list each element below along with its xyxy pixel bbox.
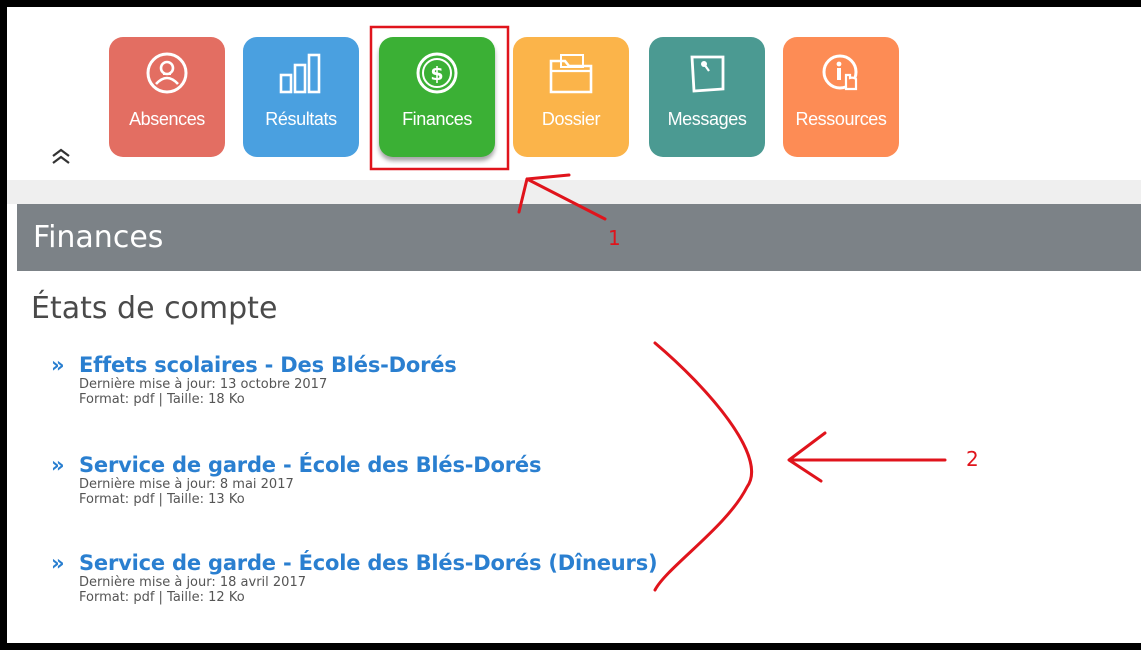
- document-format: Format: pdf | Taille: 12 Ko: [79, 590, 245, 605]
- tile-finances[interactable]: $ Finances: [379, 37, 495, 157]
- tile-absences[interactable]: Absences: [109, 37, 225, 157]
- tile-label: Ressources: [795, 109, 887, 129]
- document-title: Service de garde - École des Blés-Dorés: [79, 453, 542, 477]
- tile-ressources[interactable]: Ressources: [783, 37, 899, 157]
- document-title: Service de garde - École des Blés-Dorés …: [79, 551, 658, 575]
- document-title: Effets scolaires - Des Blés-Dorés: [79, 353, 457, 377]
- document-updated: Dernière mise à jour: 13 octobre 2017: [79, 377, 328, 392]
- tile-label: Absences: [129, 109, 205, 129]
- app-frame: Absences Résultats $ Finances Dossier Me…: [7, 7, 1141, 643]
- annotation-label-1: 1: [608, 226, 621, 250]
- tile-messages[interactable]: Messages: [649, 37, 765, 157]
- list-item: » Service de garde - École des Blés-Dorés…: [51, 453, 951, 507]
- document-format: Format: pdf | Taille: 13 Ko: [79, 492, 245, 507]
- page-title: États de compte: [31, 291, 278, 326]
- toolbar-divider: [7, 180, 1141, 204]
- folder-icon: [513, 51, 629, 95]
- info-hand-icon: [783, 51, 899, 95]
- tile-label: Résultats: [265, 109, 337, 129]
- tile-label: Finances: [402, 109, 472, 129]
- document-updated: Dernière mise à jour: 8 mai 2017: [79, 477, 294, 492]
- list-item: » Service de garde - École des Blés-Dorés…: [51, 551, 951, 605]
- tile-label: Messages: [667, 109, 747, 129]
- document-updated: Dernière mise à jour: 18 avril 2017: [79, 575, 306, 590]
- document-link[interactable]: » Effets scolaires - Des Blés-Dorés: [51, 353, 951, 377]
- chevron-right-icon: »: [51, 353, 65, 377]
- person-circle-icon: [109, 51, 225, 95]
- chevron-right-icon: »: [51, 453, 65, 477]
- document-link[interactable]: » Service de garde - École des Blés-Dorés: [51, 453, 951, 477]
- chevron-right-icon: »: [51, 551, 65, 575]
- dollar-coin-icon: $: [379, 51, 495, 95]
- section-header: Finances: [17, 204, 1141, 271]
- annotation-label-2: 2: [966, 447, 979, 471]
- svg-text:$: $: [430, 63, 443, 85]
- document-link[interactable]: » Service de garde - École des Blés-Dorés…: [51, 551, 951, 575]
- document-format: Format: pdf | Taille: 18 Ko: [79, 392, 245, 407]
- tile-label: Dossier: [541, 109, 601, 129]
- module-toolbar: Absences Résultats $ Finances Dossier Me…: [7, 7, 1141, 180]
- note-pin-icon: [649, 51, 765, 95]
- tile-dossier[interactable]: Dossier: [513, 37, 629, 157]
- list-item: » Effets scolaires - Des Blés-Dorés Derni…: [51, 353, 951, 407]
- double-chevron-up-icon[interactable]: [49, 145, 73, 169]
- bar-chart-icon: [243, 51, 359, 95]
- tile-resultats[interactable]: Résultats: [243, 37, 359, 157]
